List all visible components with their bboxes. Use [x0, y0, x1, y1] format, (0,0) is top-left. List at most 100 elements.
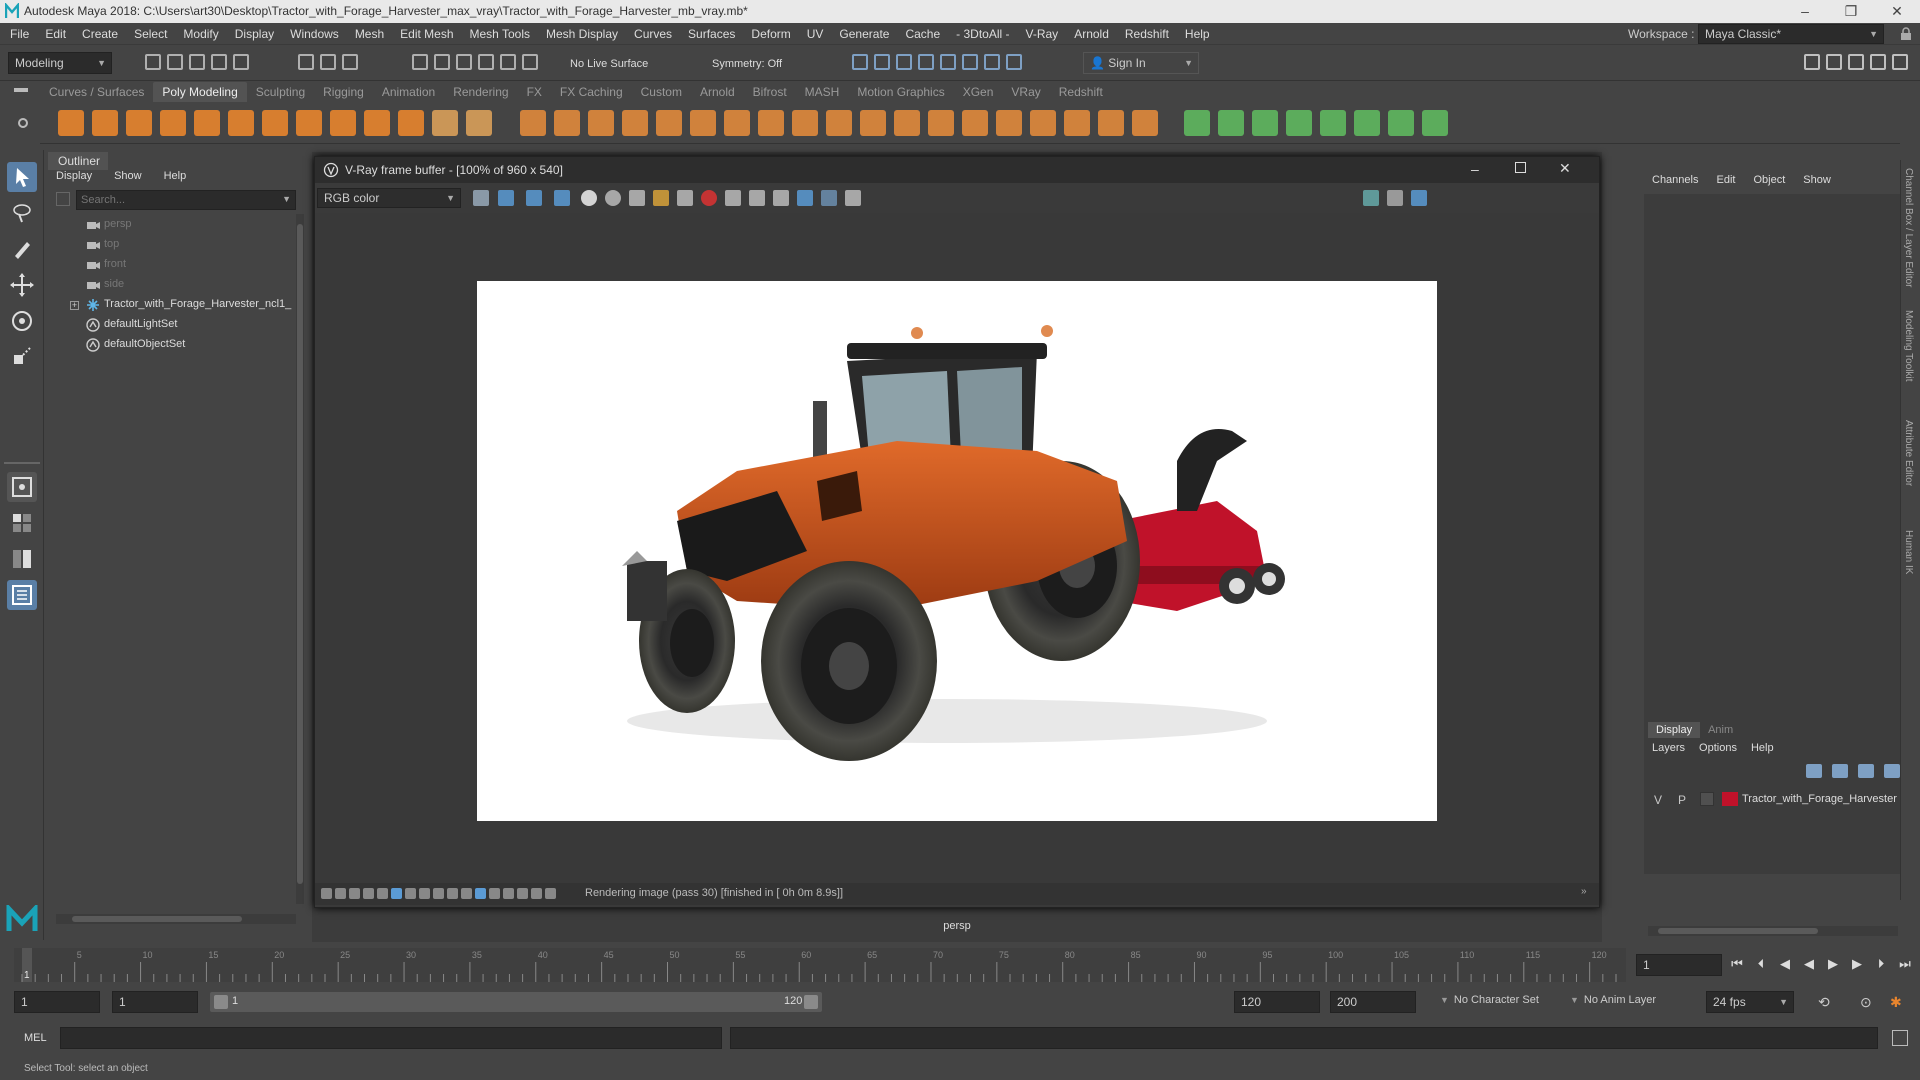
expand-toggle-icon[interactable]: +	[70, 301, 79, 310]
stamp-icon[interactable]	[845, 190, 861, 206]
freeze-transform-icon[interactable]	[996, 110, 1022, 136]
layer-menu-options[interactable]: Options	[1699, 742, 1737, 754]
cut-uv-icon[interactable]	[1252, 110, 1278, 136]
render-settings-icon[interactable]	[918, 54, 934, 70]
retopologize-icon[interactable]	[1098, 110, 1124, 136]
vfb-status-tool-icon[interactable]	[363, 888, 374, 899]
outliner-item[interactable]: side	[104, 278, 124, 290]
menu-edit[interactable]: Edit	[37, 23, 74, 45]
save-image-icon[interactable]	[629, 190, 645, 206]
vfb-status-tool-icon[interactable]	[461, 888, 472, 899]
vfb-status-tool-icon[interactable]	[349, 888, 360, 899]
region-render-icon[interactable]	[725, 190, 741, 206]
four-view-layout-icon[interactable]	[7, 508, 37, 538]
go-to-end-icon[interactable]: ⏭	[1896, 956, 1914, 972]
vfb-expand-icon[interactable]: »	[1581, 886, 1587, 897]
modeling-toolkit-icon[interactable]	[1804, 54, 1820, 70]
channel-box-hscrollbar[interactable]	[1648, 926, 1898, 936]
hypershade-icon[interactable]	[940, 54, 956, 70]
menu-generate[interactable]: Generate	[831, 23, 897, 45]
vfb-status-tool-icon[interactable]	[475, 888, 486, 899]
layer-row[interactable]: V P Tractor_with_Forage_Harvester	[1644, 788, 1900, 812]
live-surface-label[interactable]: No Live Surface	[570, 58, 648, 70]
shelf-tab-rendering[interactable]: Rendering	[444, 82, 517, 102]
vfb-status-tool-icon[interactable]	[405, 888, 416, 899]
shelf-tab-vray[interactable]: VRay	[1002, 82, 1049, 102]
outliner-item[interactable]: defaultLightSet	[104, 318, 177, 330]
snap-grid-icon[interactable]	[412, 54, 428, 70]
menu-redshift[interactable]: Redshift	[1117, 23, 1177, 45]
green-channel-icon[interactable]	[526, 190, 542, 206]
character-set-dropdown[interactable]: ▼ No Character Set	[1440, 994, 1539, 1006]
layer-type-toggle[interactable]	[1700, 792, 1714, 806]
vfb-status-tool-icon[interactable]	[433, 888, 444, 899]
extrude-icon[interactable]	[554, 110, 580, 136]
undo-icon[interactable]	[211, 54, 227, 70]
range-slider-bar[interactable]: 1 120	[210, 992, 822, 1012]
shelf-tab-bifrost[interactable]: Bifrost	[744, 82, 796, 102]
menu-display[interactable]: Display	[227, 23, 282, 45]
side-tab-modeling-toolkit[interactable]: Modeling Toolkit	[1903, 310, 1914, 382]
step-back-frame-icon[interactable]: ◀	[1776, 956, 1794, 972]
outliner-scrollbar[interactable]	[296, 214, 304, 904]
tool-settings-icon[interactable]	[1892, 54, 1908, 70]
animation-end-field[interactable]: 200	[1330, 991, 1416, 1013]
vfb-maximize-button[interactable]	[1515, 162, 1526, 173]
snap-point-icon[interactable]	[456, 54, 472, 70]
layer-color-swatch[interactable]	[1722, 792, 1738, 806]
vfb-history-icon[interactable]	[797, 190, 813, 206]
vfb-status-tool-icon[interactable]	[517, 888, 528, 899]
minimize-button[interactable]: –	[1782, 0, 1828, 23]
move-layer-up-icon[interactable]	[1858, 764, 1874, 778]
outliner-menu-help[interactable]: Help	[164, 170, 187, 182]
anim-layer-dropdown[interactable]: ▼ No Anim Layer	[1570, 994, 1656, 1006]
side-tab-human-ik[interactable]: Human IK	[1903, 530, 1914, 574]
target-weld-icon[interactable]	[860, 110, 886, 136]
menu-v-ray[interactable]: V-Ray	[1018, 23, 1067, 45]
load-image-icon[interactable]	[653, 190, 669, 206]
disc-icon[interactable]	[262, 110, 288, 136]
shelf-tab-custom[interactable]: Custom	[632, 82, 691, 102]
split-icon[interactable]	[792, 110, 818, 136]
auto-key-icon[interactable]: ⊙	[1860, 994, 1872, 1011]
shelf-tab-xgen[interactable]: XGen	[954, 82, 1003, 102]
redo-icon[interactable]	[233, 54, 249, 70]
render-current-icon[interactable]	[874, 54, 890, 70]
preferences-icon[interactable]: ✱	[1890, 994, 1902, 1011]
vfb-status-tool-icon[interactable]	[335, 888, 346, 899]
step-forward-key-icon[interactable]: ⏵	[1872, 956, 1890, 972]
loop-icon[interactable]: ⟲	[1818, 994, 1830, 1011]
layout-icon[interactable]	[1354, 110, 1380, 136]
separate-icon[interactable]	[466, 110, 492, 136]
menu-help[interactable]: Help	[1177, 23, 1218, 45]
render-icon[interactable]	[1411, 190, 1427, 206]
go-to-start-icon[interactable]: ⏮	[1728, 956, 1746, 972]
move-tool-icon[interactable]	[7, 270, 37, 300]
play-back-icon[interactable]: ◀	[1800, 956, 1818, 972]
step-forward-frame-icon[interactable]: ▶	[1848, 956, 1866, 972]
cone-icon[interactable]	[160, 110, 186, 136]
snap-curve-icon[interactable]	[434, 54, 450, 70]
layer-menu-help[interactable]: Help	[1751, 742, 1774, 754]
planar-map-icon[interactable]	[1184, 110, 1210, 136]
menu-modify[interactable]: Modify	[175, 23, 226, 45]
vfb-status-tool-icon[interactable]	[545, 888, 556, 899]
light-editor-icon[interactable]	[984, 54, 1000, 70]
connect-icon[interactable]	[894, 110, 920, 136]
select-object-icon[interactable]	[320, 54, 336, 70]
current-frame-field[interactable]: 1	[1636, 954, 1722, 976]
animation-start-field[interactable]: 1	[14, 991, 100, 1013]
range-end-handle[interactable]	[804, 995, 818, 1009]
new-layer-icon[interactable]	[1806, 764, 1822, 778]
layer-visibility-toggle[interactable]: V	[1654, 793, 1662, 807]
layer-playback-toggle[interactable]: P	[1678, 793, 1686, 807]
shelf-menu-icon[interactable]	[14, 88, 28, 92]
play-forward-icon[interactable]: ▶	[1824, 956, 1842, 972]
render-last-icon[interactable]	[1363, 190, 1379, 206]
outliner-menu-display[interactable]: Display	[56, 170, 92, 182]
vfb-close-button[interactable]: ✕	[1559, 160, 1571, 177]
shelf-tab-animation[interactable]: Animation	[373, 82, 444, 102]
stop-render-icon[interactable]	[701, 190, 717, 206]
uv-editor-icon[interactable]	[1132, 110, 1158, 136]
outliner-item[interactable]: Tractor_with_Forage_Harvester_ncl1_	[104, 298, 291, 310]
